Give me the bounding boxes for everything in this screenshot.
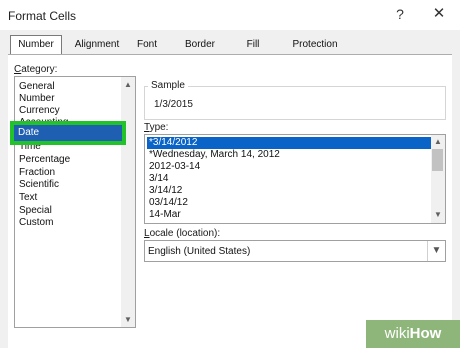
list-item[interactable]: Scientific [19,179,59,191]
title-bar: Format Cells ? ✕ [0,0,460,30]
list-item[interactable]: Number [19,93,55,105]
scroll-up-arrow-icon[interactable]: ▲ [121,80,135,89]
tab-fill[interactable]: Fill [240,37,266,54]
tab-protection[interactable]: Protection [284,37,346,54]
scroll-down-arrow-icon[interactable]: ▼ [431,210,445,219]
category-scrollbar[interactable]: ▲ ▼ [121,77,135,327]
list-item[interactable]: Text [19,192,37,204]
list-item[interactable]: *3/14/2012 [147,137,431,149]
tab-number[interactable]: Number [10,35,62,55]
sample-label: Sample [148,80,188,91]
list-item[interactable]: Special [19,205,52,217]
locale-label: Locale (location): [144,228,221,239]
scroll-thumb[interactable] [432,149,443,171]
close-button[interactable]: ✕ [430,5,448,23]
list-item[interactable]: 3/14/12 [147,185,431,197]
sample-value: 1/3/2015 [154,99,193,110]
chevron-down-icon[interactable]: ▼ [427,241,445,261]
scroll-up-arrow-icon[interactable]: ▲ [431,137,445,146]
dialog-title: Format Cells [8,9,77,23]
list-item[interactable]: Percentage [19,154,70,166]
help-button[interactable]: ? [391,5,409,23]
scroll-down-arrow-icon[interactable]: ▼ [121,315,135,324]
list-item[interactable]: 03/14/12 [147,197,431,209]
tab-alignment[interactable]: Alignment [66,37,128,54]
tab-border[interactable]: Border [178,37,222,54]
category-list[interactable]: General Number Currency Accounting Time … [14,76,136,328]
list-item[interactable]: *Wednesday, March 14, 2012 [147,149,431,161]
locale-value: English (United States) [148,246,251,257]
list-item[interactable]: Currency [19,105,60,117]
locale-select[interactable]: English (United States) ▼ [144,240,446,262]
list-item[interactable]: General [19,81,55,93]
category-label: Category: [14,64,58,75]
tab-font[interactable]: Font [132,37,162,54]
type-scrollbar[interactable]: ▲ ▼ [431,135,445,223]
list-item[interactable]: Fraction [19,167,55,179]
list-item[interactable]: Custom [19,217,53,229]
type-list[interactable]: *3/14/2012 *Wednesday, March 14, 2012 20… [144,134,446,224]
selected-category-date[interactable]: Date [10,121,126,145]
tab-bar: Number Alignment Font Border Fill Protec… [8,35,452,55]
list-item[interactable]: 2012-03-14 [147,161,431,173]
type-label: Type: [144,122,169,133]
list-item[interactable]: 3/14 [147,173,431,185]
wikihow-watermark: wikiHow [366,320,460,348]
list-item[interactable]: 14-Mar [147,209,431,221]
